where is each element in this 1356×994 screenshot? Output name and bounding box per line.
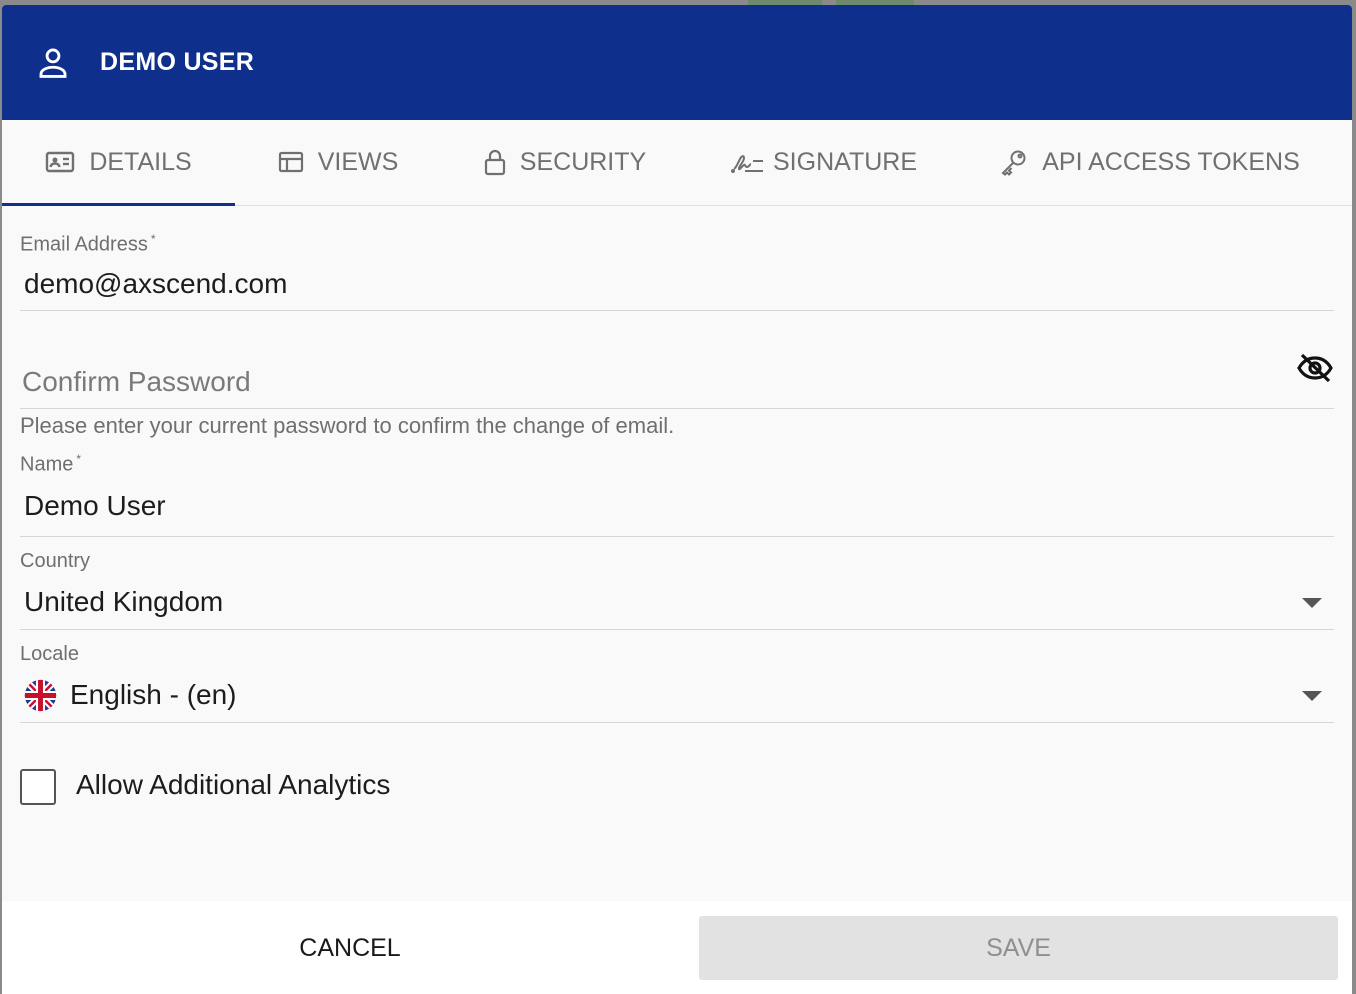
dialog-footer: CANCEL SAVE <box>2 901 1352 994</box>
country-value[interactable]: United Kingdom <box>24 586 223 618</box>
confirm-password-helper-text: Please enter your current password to co… <box>20 413 675 438</box>
name-label: Name * <box>20 452 82 476</box>
dialog-header: DEMO USER <box>2 5 1352 120</box>
name-value[interactable]: Demo User <box>24 490 166 522</box>
email-underline <box>20 310 1334 311</box>
key-icon <box>1000 148 1028 176</box>
cancel-button[interactable]: CANCEL <box>2 916 698 980</box>
analytics-checkbox[interactable] <box>20 769 56 805</box>
country-label: Country <box>20 550 91 572</box>
locale-select[interactable]: Locale English - (en) <box>20 643 1334 723</box>
email-field[interactable]: Email Address * demo@axscend.com <box>20 230 1334 311</box>
lock-icon <box>484 148 506 176</box>
tab-label: API ACCESS TOKENS <box>1042 147 1300 176</box>
layout-icon <box>278 150 304 174</box>
analytics-label[interactable]: Allow Additional Analytics <box>76 769 390 801</box>
confirm-password-placeholder[interactable]: Confirm Password <box>22 366 251 398</box>
chevron-down-icon[interactable] <box>1302 598 1322 608</box>
dialog-title: DEMO USER <box>100 48 255 76</box>
uk-flag-icon <box>24 679 57 712</box>
tab-label: SIGNATURE <box>773 147 917 176</box>
save-button[interactable]: SAVE <box>699 916 1338 980</box>
tab-api-access-tokens[interactable]: API ACCESS TOKENS <box>1000 120 1300 204</box>
email-value[interactable]: demo@axscend.com <box>24 268 287 300</box>
tab-label: SECURITY <box>519 147 647 176</box>
tab-signature[interactable]: SIGNATURE <box>731 120 917 204</box>
tab-label: VIEWS <box>317 147 399 176</box>
signature-icon <box>731 149 765 175</box>
tab-bar: DETAILS VIEWS SECURITY SIGNATURE API ACC… <box>2 120 1352 206</box>
locale-label: Locale <box>20 643 79 665</box>
tab-label: DETAILS <box>89 147 192 176</box>
confirm-password-field[interactable]: Confirm Password <box>20 336 1334 409</box>
eye-off-icon[interactable] <box>1296 352 1334 384</box>
user-icon <box>36 46 70 80</box>
tab-details[interactable]: DETAILS <box>2 120 235 206</box>
name-underline <box>20 536 1334 537</box>
name-field[interactable]: Name * Demo User <box>20 452 1334 537</box>
country-underline <box>20 629 1334 630</box>
id-card-icon <box>45 150 75 174</box>
email-label: Email Address * <box>20 232 156 256</box>
confirm-password-underline <box>20 408 1334 409</box>
chevron-down-icon[interactable] <box>1302 691 1322 701</box>
user-dialog: DEMO USER DETAILS VIEWS SECURITY SIGNATU… <box>2 5 1352 994</box>
locale-underline <box>20 722 1334 723</box>
tab-views[interactable]: VIEWS <box>277 120 399 204</box>
country-select[interactable]: Country United Kingdom <box>20 550 1334 630</box>
tab-security[interactable]: SECURITY <box>483 120 647 204</box>
locale-value[interactable]: English - (en) <box>70 679 237 711</box>
